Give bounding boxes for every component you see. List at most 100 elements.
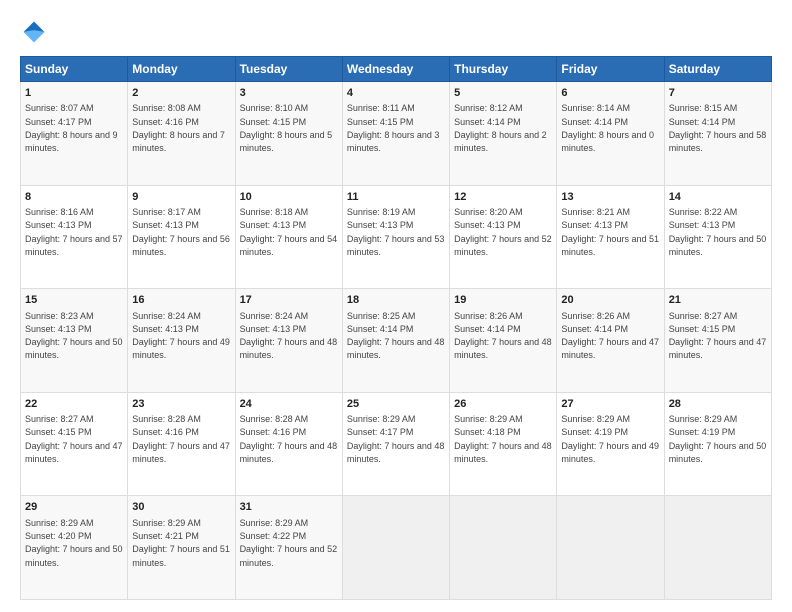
calendar-cell: 2 Sunrise: 8:08 AMSunset: 4:16 PMDaylight… [128,82,235,186]
calendar-week-row: 29 Sunrise: 8:29 AMSunset: 4:20 PMDayligh… [21,496,772,600]
logo-icon [20,18,48,46]
cell-content: Sunrise: 8:19 AMSunset: 4:13 PMDaylight:… [347,207,445,257]
day-number: 15 [25,293,123,308]
cell-content: Sunrise: 8:28 AMSunset: 4:16 PMDaylight:… [132,414,230,464]
day-number: 23 [132,397,230,412]
day-number: 7 [669,86,767,101]
day-number: 8 [25,190,123,205]
calendar-cell: 13Sunrise: 8:21 AMSunset: 4:13 PMDayligh… [557,185,664,289]
day-number: 28 [669,397,767,412]
cell-content: Sunrise: 8:29 AMSunset: 4:19 PMDaylight:… [561,414,659,464]
calendar-cell: 6Sunrise: 8:14 AMSunset: 4:14 PMDaylight… [557,82,664,186]
calendar-cell: 11 Sunrise: 8:19 AMSunset: 4:13 PMDayligh… [342,185,449,289]
calendar-cell: 16 Sunrise: 8:24 AMSunset: 4:13 PMDayligh… [128,289,235,393]
calendar-cell [664,496,771,600]
calendar-cell: 24 Sunrise: 8:28 AMSunset: 4:16 PMDayligh… [235,392,342,496]
day-header-saturday: Saturday [664,57,771,82]
cell-content: Sunrise: 8:26 AMSunset: 4:14 PMDaylight:… [561,311,659,361]
day-number: 3 [240,86,338,101]
day-number: 5 [454,86,552,101]
calendar-cell: 7 Sunrise: 8:15 AMSunset: 4:14 PMDaylight… [664,82,771,186]
calendar-cell: 15 Sunrise: 8:23 AMSunset: 4:13 PMDayligh… [21,289,128,393]
day-number: 30 [132,500,230,515]
calendar-cell: 20 Sunrise: 8:26 AMSunset: 4:14 PMDayligh… [557,289,664,393]
calendar-cell: 5 Sunrise: 8:12 AMSunset: 4:14 PMDaylight… [450,82,557,186]
calendar-cell: 31 Sunrise: 8:29 AMSunset: 4:22 PMDayligh… [235,496,342,600]
day-number: 31 [240,500,338,515]
cell-content: Sunrise: 8:29 AMSunset: 4:20 PMDaylight:… [25,518,123,568]
day-number: 29 [25,500,123,515]
cell-content: Sunrise: 8:10 AMSunset: 4:15 PMDaylight:… [240,103,333,153]
cell-content: Sunrise: 8:07 AMSunset: 4:17 PMDaylight:… [25,103,118,153]
calendar-cell: 10 Sunrise: 8:18 AMSunset: 4:13 PMDayligh… [235,185,342,289]
day-number: 12 [454,190,552,205]
cell-content: Sunrise: 8:29 AMSunset: 4:21 PMDaylight:… [132,518,230,568]
day-number: 18 [347,293,445,308]
day-number: 1 [25,86,123,101]
header [20,18,772,46]
calendar-cell: 12 Sunrise: 8:20 AMSunset: 4:13 PMDayligh… [450,185,557,289]
calendar-cell: 27Sunrise: 8:29 AMSunset: 4:19 PMDayligh… [557,392,664,496]
calendar-table: SundayMondayTuesdayWednesdayThursdayFrid… [20,56,772,600]
day-number: 20 [561,293,659,308]
cell-content: Sunrise: 8:23 AMSunset: 4:13 PMDaylight:… [25,311,123,361]
calendar-cell: 25Sunrise: 8:29 AMSunset: 4:17 PMDayligh… [342,392,449,496]
calendar-cell [450,496,557,600]
cell-content: Sunrise: 8:20 AMSunset: 4:13 PMDaylight:… [454,207,552,257]
calendar-week-row: 22 Sunrise: 8:27 AMSunset: 4:15 PMDayligh… [21,392,772,496]
calendar-week-row: 1 Sunrise: 8:07 AMSunset: 4:17 PMDaylight… [21,82,772,186]
calendar-week-row: 8 Sunrise: 8:16 AMSunset: 4:13 PMDaylight… [21,185,772,289]
calendar-cell: 3 Sunrise: 8:10 AMSunset: 4:15 PMDaylight… [235,82,342,186]
cell-content: Sunrise: 8:29 AMSunset: 4:17 PMDaylight:… [347,414,445,464]
cell-content: Sunrise: 8:14 AMSunset: 4:14 PMDaylight:… [561,103,654,153]
cell-content: Sunrise: 8:17 AMSunset: 4:13 PMDaylight:… [132,207,230,257]
calendar-cell: 19Sunrise: 8:26 AMSunset: 4:14 PMDayligh… [450,289,557,393]
calendar-cell: 28Sunrise: 8:29 AMSunset: 4:19 PMDayligh… [664,392,771,496]
cell-content: Sunrise: 8:29 AMSunset: 4:18 PMDaylight:… [454,414,552,464]
calendar-cell: 17Sunrise: 8:24 AMSunset: 4:13 PMDayligh… [235,289,342,393]
day-header-monday: Monday [128,57,235,82]
calendar-week-row: 15 Sunrise: 8:23 AMSunset: 4:13 PMDayligh… [21,289,772,393]
day-number: 21 [669,293,767,308]
day-number: 19 [454,293,552,308]
cell-content: Sunrise: 8:16 AMSunset: 4:13 PMDaylight:… [25,207,123,257]
day-number: 2 [132,86,230,101]
calendar-cell: 4 Sunrise: 8:11 AMSunset: 4:15 PMDaylight… [342,82,449,186]
cell-content: Sunrise: 8:22 AMSunset: 4:13 PMDaylight:… [669,207,767,257]
day-number: 14 [669,190,767,205]
calendar-cell [557,496,664,600]
day-header-thursday: Thursday [450,57,557,82]
day-number: 16 [132,293,230,308]
day-number: 11 [347,190,445,205]
calendar-body: 1 Sunrise: 8:07 AMSunset: 4:17 PMDaylight… [21,82,772,600]
day-number: 22 [25,397,123,412]
page: SundayMondayTuesdayWednesdayThursdayFrid… [0,0,792,612]
calendar-cell: 1 Sunrise: 8:07 AMSunset: 4:17 PMDaylight… [21,82,128,186]
day-number: 9 [132,190,230,205]
cell-content: Sunrise: 8:12 AMSunset: 4:14 PMDaylight:… [454,103,547,153]
day-number: 26 [454,397,552,412]
calendar-cell: 14 Sunrise: 8:22 AMSunset: 4:13 PMDayligh… [664,185,771,289]
cell-content: Sunrise: 8:18 AMSunset: 4:13 PMDaylight:… [240,207,338,257]
calendar-cell: 29 Sunrise: 8:29 AMSunset: 4:20 PMDayligh… [21,496,128,600]
day-number: 13 [561,190,659,205]
calendar-cell: 23 Sunrise: 8:28 AMSunset: 4:16 PMDayligh… [128,392,235,496]
cell-content: Sunrise: 8:29 AMSunset: 4:22 PMDaylight:… [240,518,338,568]
day-number: 4 [347,86,445,101]
day-number: 24 [240,397,338,412]
day-header-tuesday: Tuesday [235,57,342,82]
calendar-cell: 22 Sunrise: 8:27 AMSunset: 4:15 PMDayligh… [21,392,128,496]
cell-content: Sunrise: 8:08 AMSunset: 4:16 PMDaylight:… [132,103,225,153]
cell-content: Sunrise: 8:27 AMSunset: 4:15 PMDaylight:… [25,414,123,464]
day-number: 10 [240,190,338,205]
cell-content: Sunrise: 8:15 AMSunset: 4:14 PMDaylight:… [669,103,767,153]
cell-content: Sunrise: 8:28 AMSunset: 4:16 PMDaylight:… [240,414,338,464]
calendar-cell: 30 Sunrise: 8:29 AMSunset: 4:21 PMDayligh… [128,496,235,600]
day-header-friday: Friday [557,57,664,82]
calendar-cell: 21 Sunrise: 8:27 AMSunset: 4:15 PMDayligh… [664,289,771,393]
cell-content: Sunrise: 8:27 AMSunset: 4:15 PMDaylight:… [669,311,767,361]
cell-content: Sunrise: 8:24 AMSunset: 4:13 PMDaylight:… [132,311,230,361]
day-number: 17 [240,293,338,308]
cell-content: Sunrise: 8:11 AMSunset: 4:15 PMDaylight:… [347,103,440,153]
calendar-cell: 8 Sunrise: 8:16 AMSunset: 4:13 PMDaylight… [21,185,128,289]
